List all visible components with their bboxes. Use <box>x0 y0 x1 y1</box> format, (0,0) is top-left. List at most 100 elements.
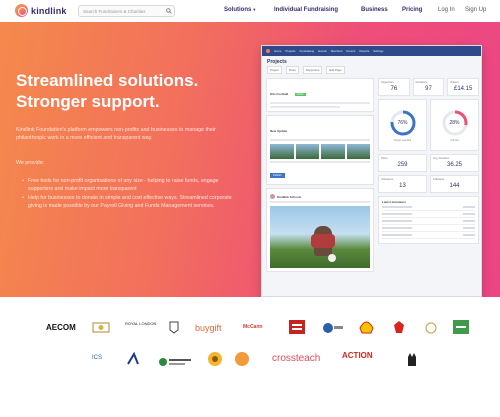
progress-ring: 76% <box>389 109 417 137</box>
stats-row: Volunteers 13 Followers 144 <box>378 175 479 193</box>
partner-logo-hand <box>405 351 419 372</box>
stat-card: Volunteers 13 <box>378 175 427 193</box>
sub-tab: Posts <box>285 66 299 74</box>
dashboard-tab: Fundraising <box>299 49 315 53</box>
search-icon[interactable] <box>164 6 174 16</box>
partner-logo-gold-crest <box>425 321 437 339</box>
status-badge: Active <box>294 93 306 96</box>
stat-label: Supporters <box>381 81 394 84</box>
chevron-down-icon: ▼ <box>252 7 257 12</box>
dashboard-right-column: Supporters 76 Donations 97 Raised £14.15 76… <box>378 78 480 244</box>
partner-logo-globe <box>322 321 344 339</box>
partner-logo-ics: ICS <box>92 355 103 361</box>
ring-value: 76% <box>397 119 408 126</box>
nav-sign-up[interactable]: Sign Up <box>465 7 486 13</box>
nav-business[interactable]: Business <box>361 7 388 13</box>
search-input[interactable]: Search Fundraisers & Charities <box>78 5 175 17</box>
stat-value: 259 <box>397 162 408 168</box>
avatar <box>270 194 275 199</box>
hero-intro: Kindlink Foundation's platform empowers … <box>16 127 216 141</box>
table-row <box>382 232 475 239</box>
stat-card: Posts 259 <box>378 154 427 172</box>
sub-tab: Supporters <box>302 66 323 74</box>
kindlink-logo-icon <box>15 4 28 17</box>
stat-card: Avg. Donation 36.25 <box>430 154 479 172</box>
donations-table: Latest donations <box>378 196 479 244</box>
partner-logo-orange-script <box>228 351 256 372</box>
partner-logo-red-badge <box>289 320 305 339</box>
nav-individual-fundraising[interactable]: Individual Fundraising <box>274 7 338 13</box>
placeholder-line <box>270 201 370 203</box>
dashboard-tab: Settings <box>373 49 384 53</box>
ring-caption: Gift Aid <box>450 138 459 142</box>
partner-logo-red-emblem <box>393 320 405 339</box>
partner-logo-aecom: AECOM <box>46 323 76 332</box>
search-placeholder: Search Fundraisers & Charities <box>83 8 146 14</box>
rings-row: 76% Target reached 28% Gift Aid <box>378 99 479 151</box>
list-item: Free tools for non-profit organisations … <box>22 178 237 193</box>
placeholder-line <box>270 106 340 108</box>
publish-button: Publish <box>270 173 285 178</box>
partner-logo-sunflower <box>207 351 223 372</box>
thumbnail-image <box>321 144 345 159</box>
thumbnail-image <box>346 144 370 159</box>
dashboard-title: Projects <box>267 59 287 65</box>
placeholder-line <box>270 161 370 163</box>
thumbnail-image <box>295 144 319 159</box>
top-navigation: kindlink Search Fundraisers & Charities … <box>0 0 500 22</box>
nav-pricing[interactable]: Pricing <box>402 7 422 13</box>
dashboard-tab: Reports <box>359 49 370 53</box>
stat-value: 97 <box>425 86 432 92</box>
post-photo <box>270 206 370 268</box>
stat-label: Avg. Donation <box>433 157 450 160</box>
dashboard-tab: Home <box>274 49 282 53</box>
stat-value: 13 <box>399 183 406 189</box>
dashboard-top-bar: Home Projects Fundraising Events Members… <box>262 46 481 56</box>
new-update-label: New Update <box>270 129 288 133</box>
partner-logo-action: ACTION <box>342 351 373 360</box>
football-icon <box>328 254 336 262</box>
brand-name: kindlink <box>31 5 67 16</box>
headline-line-2: Stronger support. <box>16 92 160 111</box>
dashboard-left-column: Kits Football Active New Update Publish <box>266 78 374 275</box>
hero-section: Streamlined solutions. Stronger support.… <box>0 22 500 297</box>
post-card: Kindlink Schools <box>266 188 374 272</box>
project-status-card: Kits Football Active <box>266 78 374 112</box>
stat-label: Raised <box>450 81 459 84</box>
headline-line-1: Streamlined solutions. <box>16 71 199 90</box>
placeholder-line <box>270 139 370 141</box>
stat-value: 36.25 <box>446 162 462 168</box>
table-row <box>382 204 475 211</box>
table-row <box>382 225 475 232</box>
ring-caption: Target reached <box>393 138 412 142</box>
partner-logo-green-text <box>158 354 192 372</box>
ring-card: 76% Target reached <box>378 99 427 151</box>
partner-logo-shell <box>359 320 374 339</box>
stat-label: Posts <box>381 157 388 160</box>
partner-logo-axa <box>126 351 140 371</box>
table-row <box>382 218 475 225</box>
provide-list: Free tools for non-profit organisations … <box>22 178 237 212</box>
nav-solutions[interactable]: Solutions▼ <box>224 7 256 13</box>
partner-logo-crest <box>92 321 110 339</box>
nav-log-in[interactable]: Log In <box>438 7 455 13</box>
dashboard-tab: Events <box>318 49 327 53</box>
sub-tab: Edit Page <box>326 66 345 74</box>
stats-row: Supporters 76 Donations 97 Raised £14.15 <box>378 78 480 96</box>
dashboard-tab: Projects <box>285 49 296 53</box>
post-header: Kindlink Schools <box>270 194 370 199</box>
sub-tab: Project <box>267 66 282 74</box>
post-author: Kindlink Schools <box>277 194 302 199</box>
progress-ring: 28% <box>441 109 469 137</box>
hero-headline: Streamlined solutions. Stronger support. <box>16 70 256 112</box>
partner-logo-buygift: buygift <box>195 323 222 333</box>
dashboard-preview: Home Projects Fundraising Events Members… <box>261 45 482 297</box>
partner-logo-royal-london: ROYAL LONDON <box>125 321 157 326</box>
child-shirt <box>311 234 335 248</box>
stat-value: 144 <box>449 183 460 189</box>
partner-logo-crossteach: crossteach <box>272 353 321 364</box>
stat-label: Followers <box>433 178 445 181</box>
brand-logo[interactable]: kindlink <box>15 4 67 17</box>
partner-logos: AECOM ROYAL LONDON buygift McCann ICS cr… <box>0 305 500 417</box>
stat-label: Donations <box>415 81 428 84</box>
